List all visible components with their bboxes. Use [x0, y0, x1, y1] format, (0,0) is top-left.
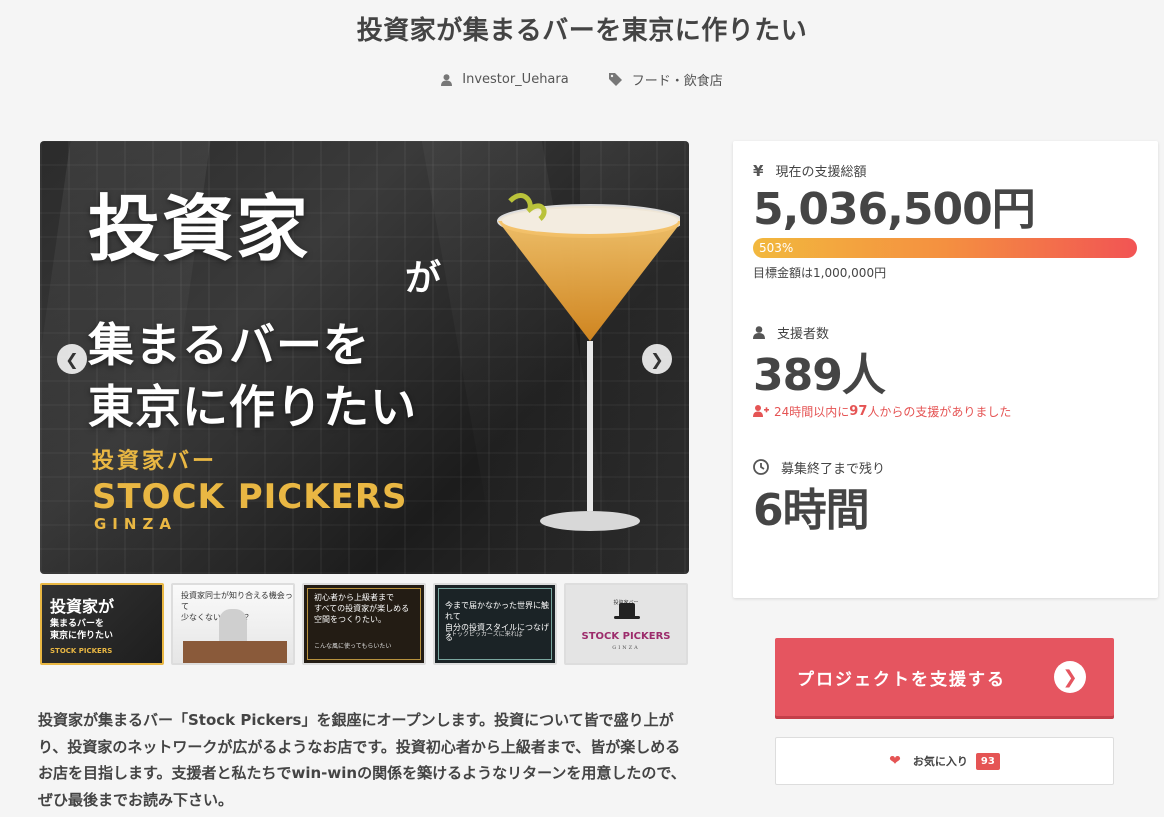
heart-icon: ❤ — [889, 753, 901, 769]
hero-headline-particle: が — [405, 257, 442, 299]
goal-amount: 目標金額は1,000,000円 — [753, 266, 887, 281]
favorite-button[interactable]: ❤ お気に入り 93 — [775, 737, 1114, 785]
hero-line-3: 東京に作りたい — [88, 380, 417, 434]
progress-bar: 503% — [753, 238, 1137, 259]
remaining-label: 募集終了まで残り — [781, 461, 886, 477]
author-link[interactable]: Investor_Uehara — [441, 70, 569, 89]
hero-headline: 投資家 — [88, 186, 311, 271]
user-icon — [753, 326, 765, 340]
thumbnail-text: 初心者から上級者まで すべての投資家が楽しめる 空間をつくりたい。 — [314, 593, 410, 624]
project-meta: Investor_Uehara フード・飲食店 — [0, 70, 1164, 89]
thumbnail-strip: 投資家が 集まるバーを 東京に作りたい STOCK PICKERS 投資家同士が… — [40, 583, 688, 665]
recent-pre: 24時間以内に — [774, 404, 850, 419]
chevron-right-icon: ❯ — [650, 349, 664, 369]
category-link[interactable]: フード・飲食店 — [608, 70, 723, 89]
carousel-next-button[interactable]: ❯ — [642, 344, 672, 374]
thumbnail-text: 集まるバーを 東京に作りたい — [50, 619, 114, 641]
thumbnail-brand: STOCK PICKERS — [50, 647, 113, 655]
supporters-count: 389人 — [753, 350, 886, 402]
total-label: 現在の支援総額 — [775, 165, 867, 180]
clock-icon — [753, 459, 769, 476]
project-description: 投資家が集まるバー「Stock Pickers」を銀座にオープンします。投資につ… — [38, 711, 686, 809]
carousel-prev-button[interactable]: ❮ — [57, 344, 87, 374]
favorite-label: お気に入り — [912, 755, 968, 768]
support-button-label: プロジェクトを支援する — [797, 669, 1006, 690]
hero-brand: STOCK PICKERS — [92, 477, 408, 517]
supporters-label: 支援者数 — [777, 327, 830, 343]
thumbnail-title: 投資家が — [50, 597, 115, 616]
recent-count: 97 — [849, 403, 868, 419]
hero-location: GINZA — [94, 515, 177, 533]
user-plus-icon — [753, 405, 769, 418]
person-figure — [219, 609, 247, 645]
top-hat-brim-icon — [614, 616, 640, 619]
thumbnail-location: GINZA — [612, 645, 640, 651]
thumbnail-4[interactable]: 今まで届かなかった世界に触れて 自分の投資スタイルにつなげる ストックピッカーズ… — [433, 583, 557, 665]
recent-supporters: 24時間以内に 97 人からの支援がありました — [753, 403, 1138, 420]
thumbnail-1[interactable]: 投資家が 集まるバーを 東京に作りたい STOCK PICKERS — [40, 583, 164, 665]
support-project-button[interactable]: プロジェクトを支援する ❯ — [775, 638, 1114, 716]
thumbnail-2[interactable]: 投資家同士が知り合える機会って 少なくないですか？ — [171, 583, 295, 665]
thumbnail-subtext: ストックピッカーズに来れば — [445, 631, 523, 638]
stats-panel: ¥ 現在の支援総額 5,036,500円 503% 目標金額は1,000,000… — [733, 141, 1158, 598]
total-amount: 5,036,500円 — [753, 184, 1036, 235]
yen-icon: ¥ — [753, 161, 764, 180]
tag-icon — [608, 73, 622, 86]
chevron-right-icon: ❯ — [1054, 661, 1086, 693]
remaining-time: 6時間 — [753, 484, 870, 536]
recent-post: 人からの支援がありました — [867, 404, 1012, 419]
thumbnail-3[interactable]: 初心者から上級者まで すべての投資家が楽しめる 空間をつくりたい。 こんな風に使… — [302, 583, 426, 665]
category-name: フード・飲食店 — [631, 74, 723, 89]
chevron-left-icon: ❮ — [65, 349, 79, 369]
remaining-label-row: 募集終了まで残り — [753, 458, 1138, 477]
cocktail-glass-icon — [497, 193, 680, 531]
thumbnail-5[interactable]: 投資家バー STOCK PICKERS GINZA — [564, 583, 688, 665]
page-title: 投資家が集まるバーを東京に作りたい — [356, 16, 808, 46]
user-icon — [441, 73, 453, 86]
author-name: Investor_Uehara — [462, 72, 569, 87]
total-label-row: ¥ 現在の支援総額 — [753, 161, 1138, 181]
supporters-label-row: 支援者数 — [753, 323, 1138, 342]
hero-subtitle: 投資家バー — [92, 449, 218, 474]
hero-line-2: 集まるバーを — [88, 318, 370, 372]
progress-percent: 503% — [759, 241, 794, 256]
hero-image: 投資家 が 集まるバーを 東京に作りたい 投資家バー STOCK PICKERS… — [40, 141, 689, 574]
favorite-count: 93 — [975, 752, 1000, 770]
top-hat-icon — [619, 603, 635, 617]
desk-shape — [183, 641, 287, 663]
thumbnail-brand: STOCK PICKERS — [581, 631, 671, 642]
thumbnail-subtext: こんな風に使ってもらいたい — [314, 643, 392, 650]
